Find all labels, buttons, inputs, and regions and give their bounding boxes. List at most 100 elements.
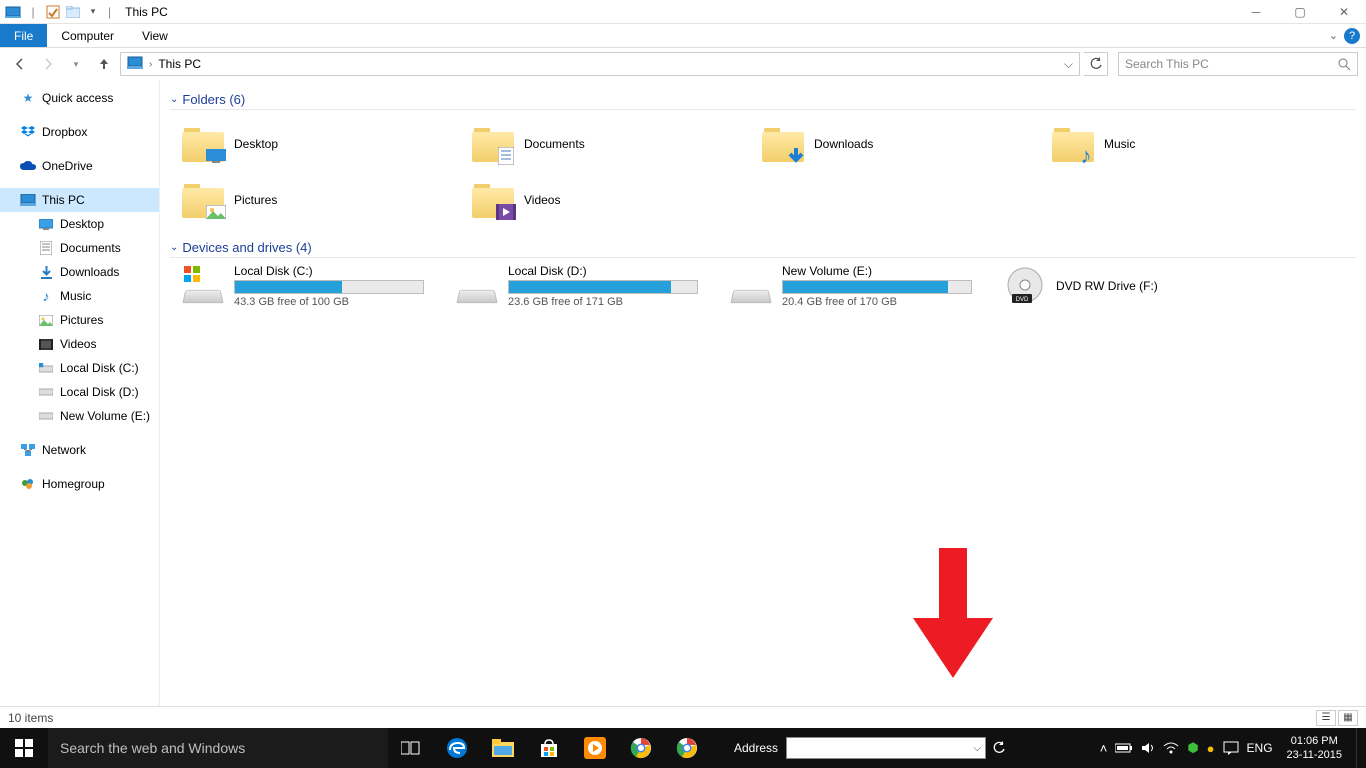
nav-this-pc[interactable]: This PC — [0, 188, 159, 212]
group-header-folders[interactable]: ⌄ Folders (6) — [170, 92, 1356, 110]
folders-grid: Desktop Documents Downloads ♪ Music — [170, 116, 1356, 228]
folder-videos[interactable]: Videos — [472, 172, 722, 228]
divider-icon: | — [108, 5, 111, 19]
folder-music[interactable]: ♪ Music — [1052, 116, 1302, 172]
tab-file[interactable]: File — [0, 24, 47, 47]
navigation-pane: ★ Quick access Dropbox OneDrive This PC — [0, 80, 160, 706]
taskbar-clock[interactable]: 01:06 PM 23-11-2015 — [1281, 734, 1348, 762]
divider-icon: | — [24, 3, 42, 21]
tray-wifi-icon[interactable] — [1163, 742, 1179, 754]
this-pc-icon — [20, 192, 36, 208]
view-details-button[interactable]: ☰ — [1316, 710, 1336, 726]
usage-bar — [782, 280, 972, 294]
search-box[interactable]: Search This PC — [1118, 52, 1358, 76]
up-button[interactable] — [92, 52, 116, 76]
status-bar: 10 items ☰ ▦ — [0, 706, 1366, 728]
explorer-body: ★ Quick access Dropbox OneDrive This PC — [0, 80, 1366, 706]
folder-pictures[interactable]: Pictures — [182, 172, 432, 228]
dvd-icon: DVD — [1004, 264, 1046, 306]
address-dropdown-icon[interactable]: ⌵ — [1060, 57, 1077, 72]
nav-music[interactable]: ♪ Music — [0, 284, 159, 308]
refresh-button[interactable] — [1084, 52, 1108, 76]
folder-downloads[interactable]: Downloads — [762, 116, 1012, 172]
breadcrumb-chevron-icon[interactable]: › — [147, 59, 154, 70]
back-button[interactable] — [8, 52, 32, 76]
taskbar-address-go[interactable] — [988, 737, 1010, 759]
usage-bar — [234, 280, 424, 294]
taskbar-search[interactable]: Search the web and Windows — [48, 728, 388, 768]
drive-c[interactable]: Local Disk (C:) 43.3 GB free of 100 GB — [182, 264, 432, 308]
tray-overflow-icon[interactable]: ˄ — [1100, 741, 1108, 756]
search-placeholder: Search This PC — [1125, 57, 1338, 71]
ribbon-tabs: File Computer View ⌄ ? — [0, 24, 1366, 48]
nav-desktop[interactable]: Desktop — [0, 212, 159, 236]
nav-network[interactable]: Network — [0, 438, 159, 462]
drive-d[interactable]: Local Disk (D:) 23.6 GB free of 171 GB — [456, 264, 706, 308]
window-title: This PC — [125, 5, 168, 19]
tray-battery-icon[interactable] — [1115, 743, 1133, 753]
nav-new-vol-e[interactable]: New Volume (E:) — [0, 404, 159, 428]
nav-onedrive[interactable]: OneDrive — [0, 154, 159, 178]
drive-icon — [730, 264, 772, 306]
onedrive-icon — [20, 158, 36, 174]
address-bar[interactable]: › This PC ⌵ — [120, 52, 1080, 76]
taskbar-store[interactable] — [526, 728, 572, 768]
nav-dropbox[interactable]: Dropbox — [0, 120, 159, 144]
taskbar-address-label: Address — [734, 741, 778, 755]
taskbar-address-box[interactable]: ⌵ — [786, 737, 986, 759]
breadcrumb-item[interactable]: This PC — [154, 57, 205, 71]
folder-icon — [472, 182, 514, 218]
quick-access-toolbar: | ▾ | — [4, 3, 115, 21]
tray-app-icon[interactable]: ● — [1207, 741, 1215, 756]
drive-f[interactable]: DVD DVD RW Drive (F:) — [1004, 264, 1254, 308]
tray-app-icon[interactable]: ⬢ — [1187, 740, 1198, 756]
forward-button[interactable] — [36, 52, 60, 76]
recent-dropdown-icon[interactable]: ▾ — [64, 52, 88, 76]
taskbar-chrome[interactable] — [618, 728, 664, 768]
drives-grid: Local Disk (C:) 43.3 GB free of 100 GB L… — [170, 264, 1356, 308]
tray-language[interactable]: ENG — [1247, 741, 1273, 755]
folder-documents[interactable]: Documents — [472, 116, 722, 172]
nav-homegroup[interactable]: Homegroup — [0, 472, 159, 496]
qat-dropdown-icon[interactable]: ▾ — [84, 3, 102, 21]
tab-computer[interactable]: Computer — [47, 24, 128, 47]
taskbar-chrome-2[interactable] — [664, 728, 710, 768]
this-pc-icon — [127, 56, 143, 72]
drive-icon — [38, 360, 54, 376]
drive-e[interactable]: New Volume (E:) 20.4 GB free of 170 GB — [730, 264, 980, 308]
nav-downloads[interactable]: Downloads — [0, 260, 159, 284]
nav-local-d[interactable]: Local Disk (D:) — [0, 380, 159, 404]
taskbar-explorer[interactable] — [480, 728, 526, 768]
tab-view[interactable]: View — [128, 24, 182, 47]
nav-local-c[interactable]: Local Disk (C:) — [0, 356, 159, 380]
group-header-drives[interactable]: ⌄ Devices and drives (4) — [170, 240, 1356, 258]
start-button[interactable] — [0, 728, 48, 768]
ribbon-expand-icon[interactable]: ⌄ — [1329, 29, 1338, 42]
close-button[interactable]: ✕ — [1322, 0, 1366, 24]
nav-quick-access[interactable]: ★ Quick access — [0, 86, 159, 110]
nav-pictures[interactable]: Pictures — [0, 308, 159, 332]
homegroup-icon — [20, 476, 36, 492]
navigation-bar: ▾ › This PC ⌵ Search This PC — [0, 48, 1366, 80]
view-large-icons-button[interactable]: ▦ — [1338, 710, 1358, 726]
minimize-button[interactable]: ─ — [1234, 0, 1278, 24]
nav-documents[interactable]: Documents — [0, 236, 159, 260]
taskbar-media-player[interactable] — [572, 728, 618, 768]
window-controls: ─ ▢ ✕ — [1234, 0, 1366, 24]
folder-icon — [182, 182, 224, 218]
new-folder-icon[interactable] — [64, 3, 82, 21]
nav-videos[interactable]: Videos — [0, 332, 159, 356]
help-icon[interactable]: ? — [1344, 28, 1360, 44]
properties-icon[interactable] — [44, 3, 62, 21]
tray-volume-icon[interactable] — [1141, 741, 1155, 755]
show-desktop-button[interactable] — [1356, 728, 1362, 768]
folder-desktop[interactable]: Desktop — [182, 116, 432, 172]
taskbar-edge[interactable] — [434, 728, 480, 768]
usage-bar — [508, 280, 698, 294]
task-view-button[interactable] — [388, 728, 434, 768]
address-dropdown-icon[interactable]: ⌵ — [969, 743, 985, 754]
drive-icon — [456, 264, 498, 306]
maximize-button[interactable]: ▢ — [1278, 0, 1322, 24]
taskbar: Search the web and Windows Address ⌵ — [0, 728, 1366, 768]
tray-action-center-icon[interactable] — [1223, 741, 1239, 755]
